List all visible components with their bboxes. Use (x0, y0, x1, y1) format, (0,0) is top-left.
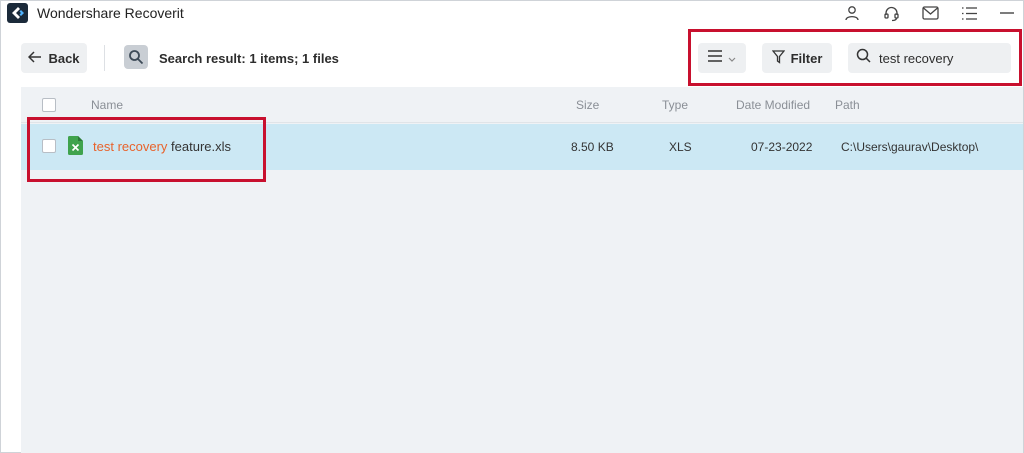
search-result-summary: Search result: 1 items; 1 files (159, 51, 339, 66)
column-header-type[interactable]: Type (662, 98, 688, 112)
file-name-rest: feature.xls (167, 139, 232, 154)
search-input[interactable] (879, 50, 999, 66)
view-mode-button[interactable] (698, 43, 746, 73)
app-logo-icon (7, 3, 28, 23)
user-icon[interactable] (842, 3, 862, 23)
mail-icon[interactable] (920, 3, 940, 23)
column-header-name[interactable]: Name (91, 98, 123, 112)
column-header-date-modified[interactable]: Date Modified (736, 98, 810, 112)
filter-button[interactable]: Filter (762, 43, 832, 73)
table-header: Name Size Type Date Modified Path (21, 87, 1023, 123)
table-row[interactable]: test recovery feature.xls 8.50 KB XLS 07… (21, 124, 1023, 170)
select-all-checkbox[interactable] (42, 98, 56, 112)
row-checkbox[interactable] (42, 139, 56, 153)
toolbar: Back Search result: 1 items; 1 files Fil… (1, 25, 1023, 87)
toolbar-divider (104, 45, 105, 71)
search-result-icon (124, 45, 148, 69)
file-name-match: test recovery (93, 139, 168, 154)
back-button[interactable]: Back (21, 43, 87, 73)
menu-list-icon[interactable] (959, 3, 979, 23)
list-view-icon (708, 49, 722, 67)
file-path: C:\Users\gaurav\Desktop\ (841, 140, 979, 154)
column-header-path[interactable]: Path (835, 98, 860, 112)
app-window: Wondershare Recoverit Back Search result… (0, 0, 1024, 453)
arrow-left-icon (28, 50, 42, 66)
excel-file-icon (68, 136, 83, 155)
file-list-panel: Name Size Type Date Modified Path test r… (21, 87, 1023, 453)
window-title: Wondershare Recoverit (37, 5, 184, 21)
file-size: 8.50 KB (571, 140, 614, 154)
file-type: XLS (669, 140, 692, 154)
back-button-label: Back (48, 50, 80, 66)
filter-icon (771, 49, 785, 67)
search-icon (856, 48, 871, 68)
headset-icon[interactable] (881, 3, 901, 23)
minimize-icon[interactable] (997, 3, 1017, 23)
column-header-size[interactable]: Size (576, 98, 599, 112)
chevron-down-icon (728, 49, 736, 67)
file-name: test recovery feature.xls (93, 139, 231, 154)
file-date-modified: 07-23-2022 (751, 140, 813, 154)
title-bar: Wondershare Recoverit (1, 1, 1023, 25)
search-box (848, 43, 1011, 73)
filter-button-label: Filter (790, 50, 823, 66)
